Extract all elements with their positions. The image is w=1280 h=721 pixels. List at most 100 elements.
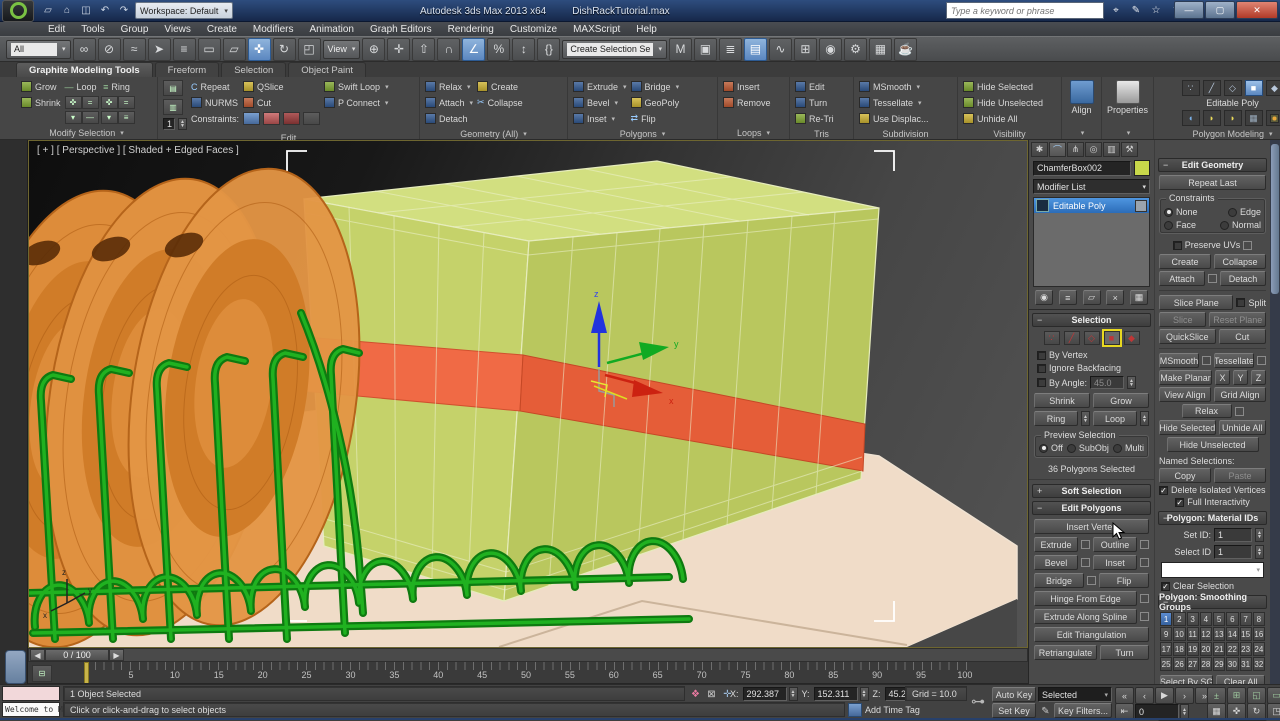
isolate-selection-icon[interactable]: ❖ (688, 687, 703, 701)
save-file-icon[interactable]: ◫ (78, 3, 94, 18)
render-setup-icon[interactable]: ⚙ (844, 38, 867, 61)
constraint-none-icon[interactable] (243, 112, 260, 125)
create-button-panel[interactable]: Create (1159, 254, 1211, 269)
selection-set-dropdown[interactable]: Selected▾ (1038, 687, 1112, 702)
use-pivot-center-icon[interactable]: ⊕ (362, 38, 385, 61)
constraint-face-icon[interactable] (283, 112, 300, 125)
smoothing-group-cell[interactable]: 25 (1160, 657, 1172, 671)
menu-item[interactable]: MAXScript (565, 22, 628, 36)
repeat-last-button[interactable]: Repeat Last (1159, 175, 1266, 190)
vertex-subobject-icon[interactable]: ∵ (1044, 331, 1060, 345)
smoothing-group-cell[interactable]: 27 (1187, 657, 1199, 671)
smoothing-group-cell[interactable]: 6 (1226, 612, 1238, 626)
pin-stack-ribbon-icon[interactable]: ◗ (1203, 110, 1221, 126)
ring-spinner[interactable]: ▲▼ (1081, 411, 1090, 426)
smoothing-group-cell[interactable]: 7 (1240, 612, 1252, 626)
smoothing-group-cell[interactable]: 3 (1187, 612, 1199, 626)
select-id-field[interactable]: 1 (1214, 545, 1252, 559)
viewport-label[interactable]: [ + ] [ Perspective ] [ Shaded + Edged F… (37, 145, 239, 156)
msmooth-settings-icon[interactable] (1202, 356, 1211, 365)
split-checkbox[interactable] (1236, 298, 1245, 307)
constraint-face-radio[interactable]: Face (1164, 220, 1196, 230)
maximize-button[interactable]: ▢ (1205, 1, 1235, 19)
panel-footer-align[interactable] (1062, 127, 1101, 139)
set-key-button[interactable]: Set Key (992, 703, 1036, 718)
soft-selection-rollout-header[interactable]: +Soft Selection (1032, 484, 1151, 498)
ribbon-tab[interactable]: Selection (221, 62, 286, 77)
select-id-spinner[interactable]: ▲▼ (1255, 545, 1264, 559)
make-unique-icon[interactable]: ▱ (1083, 290, 1101, 305)
bevel-ribbon-button[interactable]: Bevel (573, 96, 627, 109)
select-by-name-icon[interactable]: ≡ (173, 38, 196, 61)
open-mini-curve-editor-icon[interactable]: ⊟ (32, 665, 52, 682)
select-and-move-icon[interactable]: ✜ (248, 38, 271, 61)
element-mode-icon[interactable]: ◆ (1266, 80, 1280, 96)
loop-grow-icon[interactable]: = (82, 96, 99, 109)
ignore-backfacing-checkbox[interactable] (1037, 364, 1046, 373)
remove-modifier-icon[interactable]: × (1106, 290, 1124, 305)
select-and-manipulate-icon[interactable]: ✛ (387, 38, 410, 61)
align-panel-icon[interactable] (1070, 80, 1094, 104)
attach-settings-icon[interactable] (1208, 274, 1217, 283)
make-planar-z-button[interactable]: Z (1251, 370, 1266, 385)
modifier-stack[interactable]: Editable Poly (1033, 197, 1150, 287)
zoom-all-icon[interactable]: ⊞ (1227, 687, 1246, 704)
x-coordinate-field[interactable]: 292.387 (743, 687, 787, 701)
schematic-view-icon[interactable]: ⊞ (794, 38, 817, 61)
modifier-list-dropdown[interactable]: Modifier List ▾ (1033, 179, 1150, 194)
next-frame-arrow[interactable]: ▶ (109, 649, 124, 661)
current-frame-field[interactable]: 0 (1135, 704, 1179, 719)
panel-footer-polygon-modeling[interactable]: Polygon Modeling (1154, 129, 1280, 139)
go-to-start-icon[interactable]: « (1115, 687, 1134, 704)
menu-item[interactable]: Graph Editors (362, 22, 440, 36)
selection-filter-dropdown[interactable]: All▾ (6, 40, 71, 59)
menu-item[interactable]: Tools (73, 22, 112, 36)
hide-unselected-ribbon-button[interactable]: Hide Unselected (963, 96, 1043, 109)
smoothing-group-cell[interactable]: 8 (1253, 612, 1265, 626)
ring-selection-button[interactable]: Ring (1034, 411, 1078, 426)
spinner-snap-icon[interactable]: ↕ (512, 38, 535, 61)
create-button[interactable]: Create (477, 80, 523, 93)
detach-button-panel[interactable]: Detach (1220, 271, 1266, 286)
angle-snap-icon[interactable]: ∠ (462, 38, 485, 61)
constraint-none-radio[interactable]: None (1164, 207, 1198, 217)
loop-mode-icon[interactable]: ✜ (65, 96, 82, 109)
border-subobject-icon[interactable]: ◇ (1084, 331, 1100, 345)
render-production-icon[interactable]: ☕ (894, 38, 917, 61)
qslice-button[interactable]: QSlice (243, 80, 320, 93)
border-mode-icon[interactable]: ◇ (1224, 80, 1242, 96)
polygon-mode-icon[interactable]: ■ (1245, 80, 1263, 96)
smoothing-group-cell[interactable]: 4 (1200, 612, 1212, 626)
extrude-spline-settings-icon[interactable] (1140, 612, 1149, 621)
select-and-link-icon[interactable]: ∞ (73, 38, 96, 61)
smoothing-group-cell[interactable]: 19 (1187, 642, 1199, 656)
panel-footer-subdivision[interactable]: Subdivision (854, 128, 957, 139)
panel-footer-modify-selection[interactable]: Modify Selection (16, 127, 157, 139)
tessellate-settings-icon[interactable] (1257, 356, 1266, 365)
menu-item[interactable]: Help (628, 22, 665, 36)
play-animation-icon[interactable]: ▶ (1155, 687, 1174, 704)
motion-tab[interactable]: ◎ (1085, 142, 1102, 157)
smoothing-group-cell[interactable]: 14 (1226, 627, 1238, 641)
edit-geometry-rollout-header[interactable]: −Edit Geometry (1158, 158, 1267, 172)
bevel-settings-icon[interactable] (1081, 558, 1090, 567)
menu-item[interactable]: Rendering (440, 22, 502, 36)
ring-grow-icon[interactable]: = (118, 96, 135, 109)
search-input[interactable] (946, 2, 1104, 19)
smoothing-group-cell[interactable]: 22 (1226, 642, 1238, 656)
smoothing-group-cell[interactable]: 24 (1253, 642, 1265, 656)
maxscript-mini-listener-pink[interactable] (2, 686, 60, 701)
make-planar-x-button[interactable]: X (1215, 370, 1230, 385)
hide-selected-ribbon-button[interactable]: Hide Selected (963, 80, 1043, 93)
preserve-uvs-checkbox[interactable] (1173, 241, 1182, 250)
time-slider-handle[interactable]: 0 / 100 (45, 649, 109, 661)
curve-editor-icon[interactable]: ∿ (769, 38, 792, 61)
use-displacement-button[interactable]: Use Displac... (859, 112, 929, 125)
ribbon-tab[interactable]: Freeform (155, 62, 220, 77)
panel-footer-properties[interactable] (1102, 127, 1153, 139)
constraint-edge-icon[interactable] (263, 112, 280, 125)
smoothing-groups-rollout-header[interactable]: −Polygon: Smoothing Groups (1158, 595, 1267, 609)
relax-button[interactable]: Relax (425, 80, 473, 93)
stack-item-editable-poly[interactable]: Editable Poly (1034, 198, 1149, 213)
ring-button[interactable]: ≡Ring (103, 80, 130, 93)
